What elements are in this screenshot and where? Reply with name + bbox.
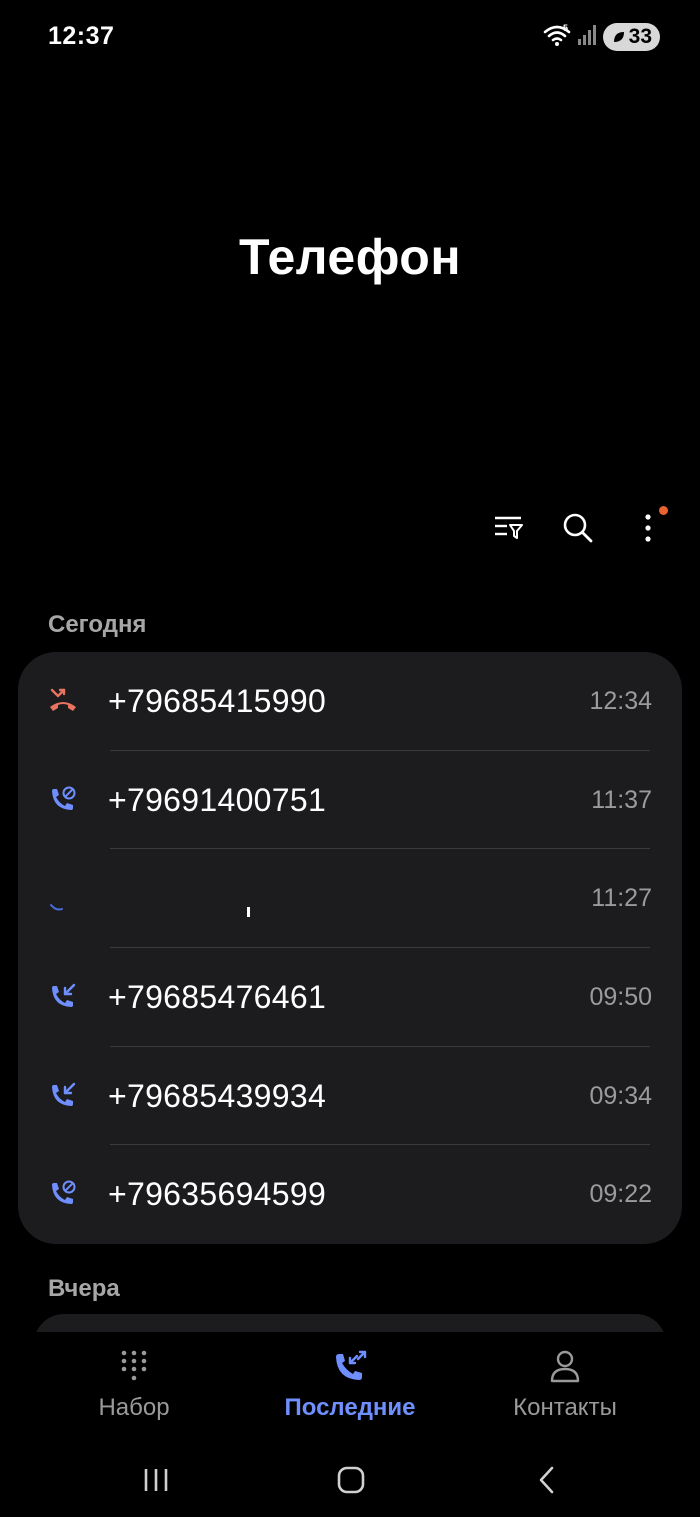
missed-call-icon	[48, 686, 78, 716]
home-button[interactable]	[331, 1460, 371, 1500]
more-options-icon	[645, 514, 651, 542]
nav-tab-recents[interactable]: Последние	[250, 1346, 450, 1422]
toolbar	[486, 504, 670, 552]
redacted-mark	[247, 907, 250, 918]
call-number: +79685439934	[108, 1077, 327, 1114]
call-time: 09:22	[589, 1180, 652, 1209]
more-options-button[interactable]	[626, 506, 670, 550]
recents-icon	[250, 1346, 450, 1386]
incoming-call-icon	[48, 1081, 78, 1111]
page-title: Телефон	[238, 229, 462, 285]
call-number: +79685415990	[108, 683, 327, 719]
search-icon	[563, 513, 593, 543]
search-button[interactable]	[556, 506, 600, 550]
call-time: 12:34	[589, 687, 652, 715]
nav-tab-contacts[interactable]: Контакты	[465, 1346, 665, 1422]
back-icon	[539, 1466, 554, 1494]
blocked-call-icon	[48, 785, 78, 815]
nav-label: Последние	[284, 1394, 416, 1421]
recent-apps-button[interactable]	[136, 1460, 176, 1500]
call-row[interactable]: +79691400751 11:37	[18, 751, 682, 850]
keypad-icon	[34, 1346, 234, 1386]
call-row[interactable]: +79685476461 09:50	[18, 948, 682, 1047]
nav-tab-keypad[interactable]: Набор	[34, 1346, 234, 1422]
blocked-call-icon	[48, 1179, 78, 1209]
call-list-today: +79685415990 12:34 +79691400751 11:37 11…	[18, 652, 682, 1244]
call-row[interactable]: 11:27	[18, 849, 682, 949]
incoming-call-icon	[48, 982, 78, 1012]
status-bar: 12:37 5 33	[0, 0, 700, 76]
back-button[interactable]	[527, 1460, 567, 1500]
status-icons: 5 33	[543, 22, 660, 52]
bottom-nav: Набор Последние Контакты	[0, 1332, 700, 1442]
call-number: +79685476461	[108, 979, 327, 1016]
call-row[interactable]: +79685439934 09:34	[18, 1047, 682, 1146]
signal-icon	[577, 24, 597, 51]
notification-dot	[659, 506, 668, 515]
call-number: +79635694599	[108, 1176, 327, 1213]
call-row[interactable]: +79635694599 09:22	[18, 1145, 682, 1244]
battery-level: 33	[628, 25, 652, 48]
call-time: 09:34	[589, 1081, 652, 1110]
home-icon	[337, 1466, 365, 1494]
nav-label: Набор	[98, 1394, 170, 1421]
svg-text:5: 5	[563, 23, 568, 33]
section-header-yesterday: Вчера	[48, 1275, 120, 1302]
nav-label: Контакты	[513, 1394, 617, 1421]
call-time: 11:27	[591, 884, 652, 913]
battery-indicator: 33	[602, 23, 660, 51]
call-row[interactable]: +79685415990 12:34	[18, 652, 682, 751]
wifi-icon: 5	[543, 23, 571, 52]
contacts-icon	[465, 1346, 665, 1386]
call-number: +79691400751	[108, 781, 327, 818]
battery-saver-icon	[613, 32, 624, 42]
call-time: 09:50	[589, 983, 652, 1012]
status-time: 12:37	[48, 22, 115, 50]
filter-button[interactable]	[486, 506, 530, 550]
filter-icon	[495, 516, 523, 539]
system-nav-bar	[0, 1442, 700, 1517]
redacted-call-icon	[48, 883, 78, 913]
call-time: 11:37	[591, 785, 652, 814]
section-header-today: Сегодня	[48, 611, 147, 638]
recent-apps-icon	[144, 1469, 168, 1491]
